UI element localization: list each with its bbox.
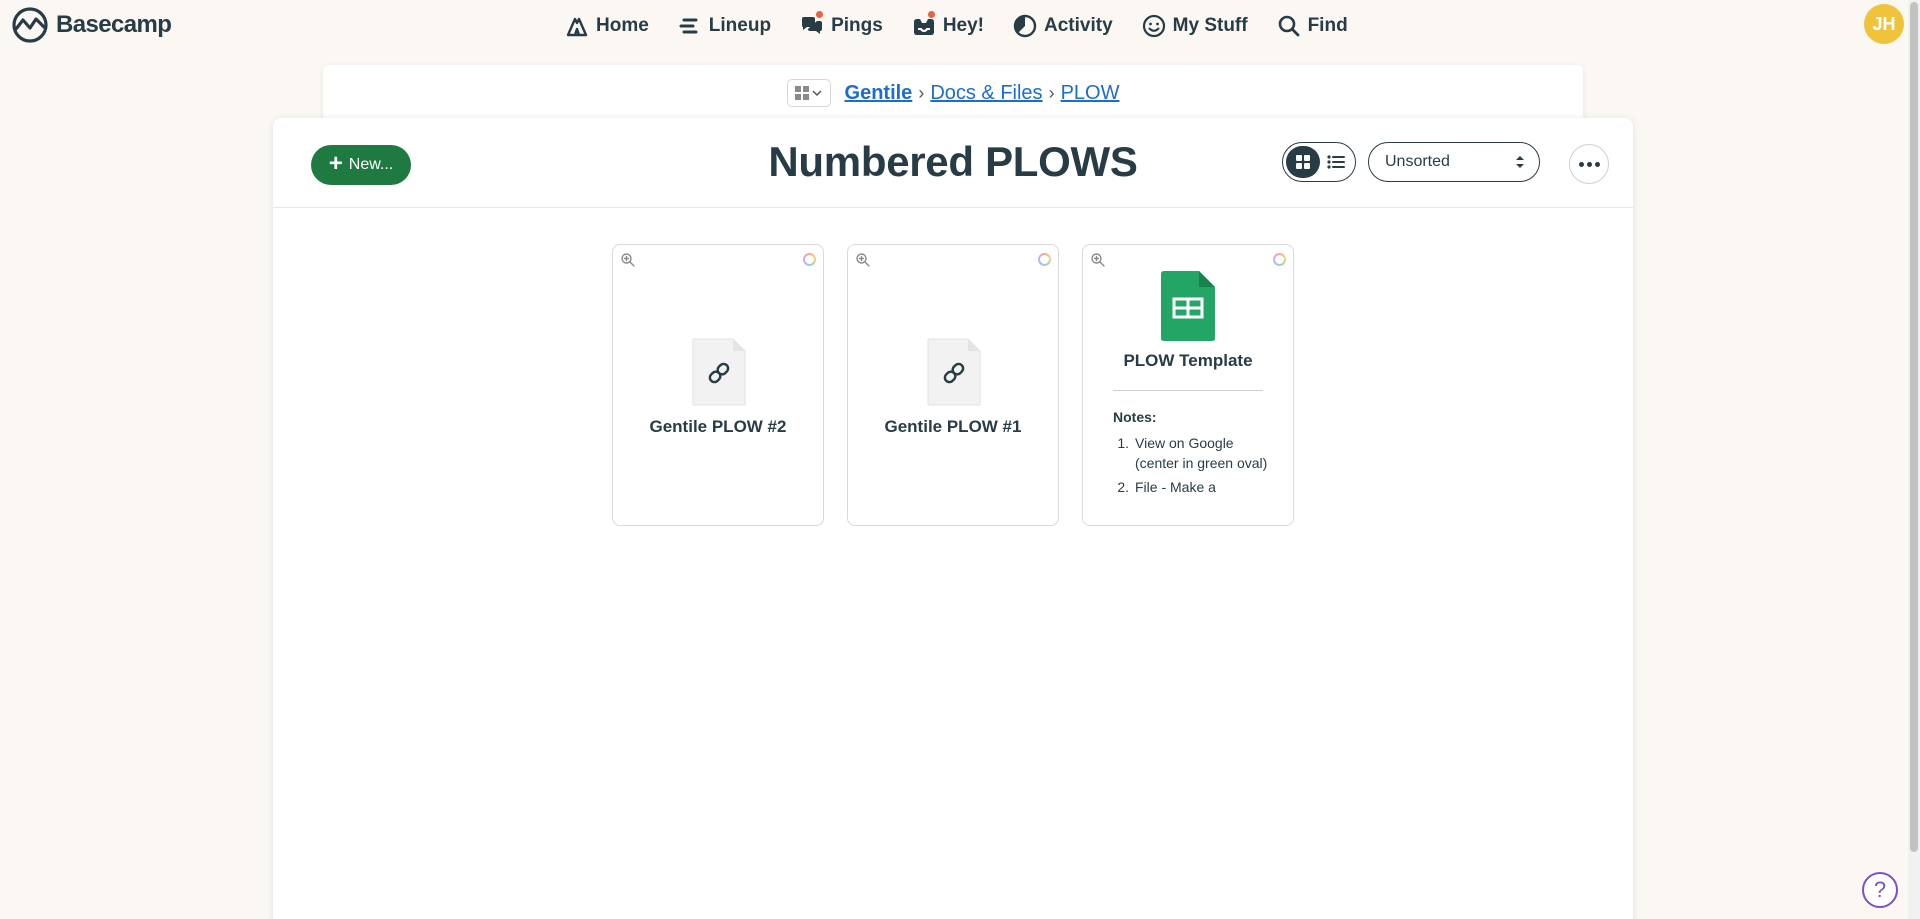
select-arrows-icon [1516, 156, 1524, 168]
list-item: 1. View on Google (center in green oval) [1113, 433, 1273, 473]
file-name[interactable]: Gentile PLOW #1 [848, 417, 1058, 437]
breadcrumb-separator: › [918, 82, 925, 103]
sort-select-value: Unsorted [1385, 153, 1450, 170]
notes-divider [1113, 390, 1263, 391]
breadcrumb-card: Gentile › Docs & Files › PLOW [323, 65, 1583, 125]
nav-mystuff-label: My Stuff [1172, 15, 1248, 36]
nav-activity-label: Activity [1044, 15, 1113, 36]
file-name[interactable]: Gentile PLOW #2 [613, 417, 823, 437]
sort-select[interactable]: Unsorted [1368, 142, 1540, 182]
basecamp-logo-icon [12, 7, 48, 43]
zoom-in-icon[interactable] [855, 252, 871, 268]
more-dot [1594, 161, 1600, 167]
boost-ring-icon[interactable] [1038, 253, 1051, 266]
more-dot [1586, 161, 1592, 167]
hey-notification-dot [926, 10, 936, 19]
file-card[interactable]: PLOW Template Notes: 1. View on Google (… [1082, 244, 1294, 526]
more-options-button[interactable] [1569, 144, 1609, 184]
home-icon [566, 17, 588, 37]
scrollbar-thumb[interactable] [1910, 2, 1918, 852]
boost-ring-icon[interactable] [803, 253, 816, 266]
search-icon [1278, 15, 1299, 37]
user-avatar[interactable]: JH [1864, 4, 1904, 44]
help-button[interactable]: ? [1862, 872, 1898, 908]
notes-fade [1083, 491, 1293, 525]
top-navigation: Basecamp Home Lineup Pings Hey! Activity… [0, 0, 1908, 50]
nav-mystuff[interactable]: My Stuff [1142, 14, 1248, 38]
link-document-icon [927, 338, 981, 406]
breadcrumb-project-link[interactable]: Gentile [845, 82, 913, 105]
nav-pings[interactable]: Pings [800, 10, 883, 38]
activity-icon [1013, 14, 1037, 38]
file-name[interactable]: PLOW Template [1083, 351, 1293, 371]
grid-view-icon [1296, 155, 1310, 169]
nav-find[interactable]: Find [1277, 14, 1348, 38]
folder-panel: + New... Numbered PLOWS Unsorted Gentile… [273, 118, 1633, 919]
nav-activity[interactable]: Activity [1013, 14, 1113, 38]
file-card[interactable]: Gentile PLOW #1 [847, 244, 1059, 526]
smiley-icon [1142, 14, 1165, 38]
file-card[interactable]: Gentile PLOW #2 [612, 244, 824, 526]
view-toggle [1282, 142, 1356, 182]
app-name: Basecamp [56, 11, 172, 38]
list-item-number: 1. [1117, 435, 1129, 451]
zoom-in-icon[interactable] [1090, 252, 1106, 268]
main-nav: Home Lineup Pings Hey! Activity My Stuff… [565, 10, 1377, 40]
folder-header: + New... Numbered PLOWS Unsorted [273, 118, 1633, 208]
google-sheets-icon [1161, 271, 1215, 341]
nav-hey-label: Hey! [942, 15, 984, 36]
link-document-icon [692, 338, 746, 406]
breadcrumb-folder-link[interactable]: PLOW [1061, 82, 1120, 105]
notes-title: Notes: [1113, 409, 1157, 425]
nav-home[interactable]: Home [565, 14, 649, 38]
nav-lineup[interactable]: Lineup [678, 14, 771, 38]
nav-home-label: Home [596, 15, 649, 36]
lineup-icon [679, 18, 698, 34]
nav-hey[interactable]: Hey! [912, 10, 984, 38]
nav-pings-label: Pings [831, 15, 883, 36]
page-scrollbar[interactable] [1908, 0, 1920, 919]
list-view-button[interactable] [1320, 146, 1352, 178]
breadcrumb-separator: › [1048, 82, 1055, 103]
basecamp-logo[interactable]: Basecamp [10, 7, 172, 43]
grid-icon [795, 86, 810, 100]
boost-ring-icon[interactable] [1273, 253, 1286, 266]
grid-view-button[interactable] [1286, 146, 1320, 178]
nav-lineup-label: Lineup [708, 15, 772, 36]
chevron-down-icon [812, 90, 822, 97]
pings-notification-dot [815, 10, 825, 19]
project-switcher[interactable] [786, 79, 831, 107]
more-dot [1578, 161, 1584, 167]
breadcrumb-docs-link[interactable]: Docs & Files [930, 82, 1042, 105]
nav-find-label: Find [1307, 15, 1348, 36]
list-item-text: View on Google (center in green oval) [1135, 435, 1268, 471]
breadcrumb: Gentile › Docs & Files › PLOW [323, 79, 1583, 107]
zoom-in-icon[interactable] [620, 252, 636, 268]
list-view-icon [1327, 155, 1345, 169]
